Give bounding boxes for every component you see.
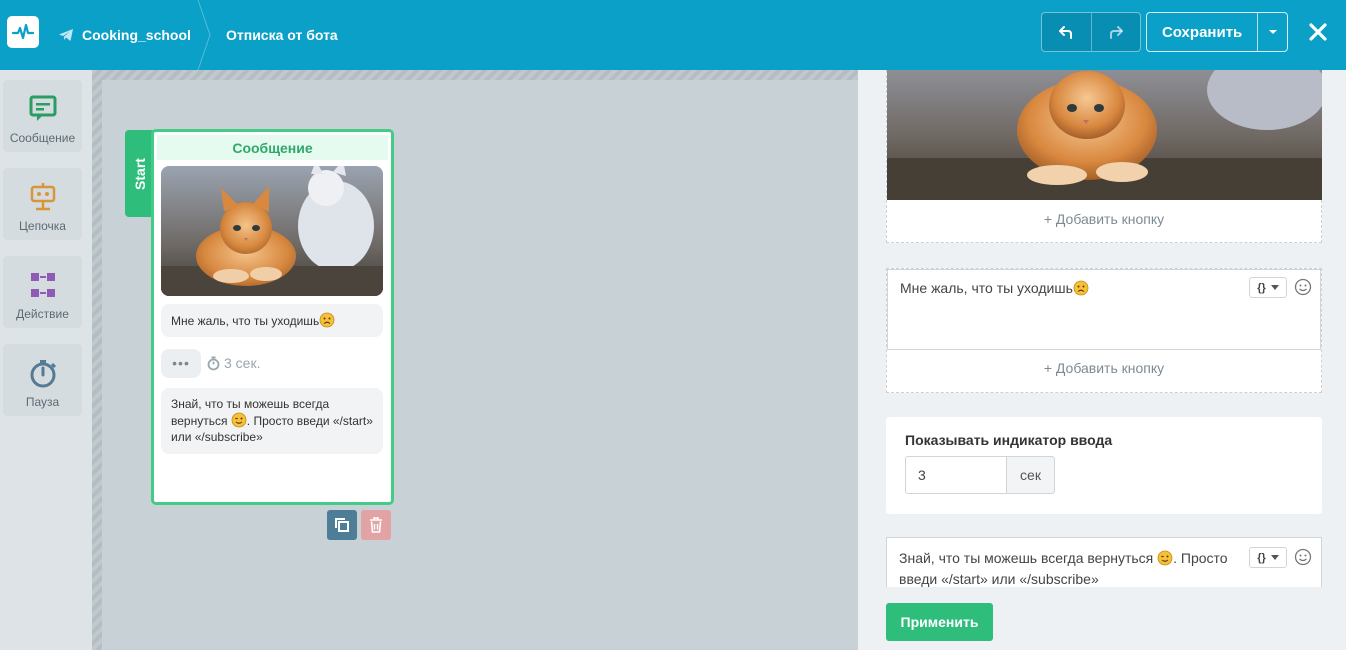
undo-icon xyxy=(1059,26,1073,39)
node-actions xyxy=(327,510,391,540)
typing-indicator-title: Показывать индикатор ввода xyxy=(905,432,1113,448)
redo-button[interactable] xyxy=(1090,13,1140,51)
wink-face-emoji-icon xyxy=(231,412,247,428)
breadcrumb-separator xyxy=(197,0,211,70)
add-button-text-1[interactable]: + Добавить кнопку xyxy=(887,360,1321,376)
tool-chain-label: Цепочка xyxy=(19,219,66,233)
emoji-picker-button[interactable] xyxy=(1294,278,1312,296)
node-typing-indicator: ••• 3 сек. xyxy=(161,348,260,378)
typing-duration-input[interactable]: 3 xyxy=(905,456,1007,494)
toolbox: Сообщение Цепочка Действие Пауза xyxy=(0,70,92,650)
insert-variable-button[interactable]: {} xyxy=(1249,277,1287,298)
chevron-down-icon xyxy=(1270,555,1279,560)
message-1-text: Мне жаль, что ты уходишь xyxy=(900,280,1073,296)
close-icon xyxy=(1309,23,1327,41)
start-label: Start xyxy=(132,157,148,190)
node-message-2: Знай, что ты можешь всегда вернуться . П… xyxy=(161,388,383,454)
close-button[interactable] xyxy=(1304,18,1332,46)
sad-face-emoji-icon xyxy=(1073,280,1089,296)
canvas-border-top xyxy=(92,70,858,80)
panel-footer: Применить xyxy=(858,587,1346,650)
panel-kitten-image[interactable] xyxy=(887,70,1322,200)
save-group: Сохранить xyxy=(1146,12,1288,52)
typing-dots: ••• xyxy=(161,348,201,378)
typing-duration-unit: сек xyxy=(1006,456,1055,494)
tool-pause[interactable]: Пауза xyxy=(3,344,82,416)
bot-name: Cooking_school xyxy=(82,27,191,43)
typing-indicator-card: Показывать индикатор ввода 3 сек xyxy=(886,417,1322,514)
typing-delay-text: 3 сек. xyxy=(224,355,261,371)
duplicate-node-button[interactable] xyxy=(327,510,357,540)
tool-action[interactable]: Действие xyxy=(3,256,82,328)
editor-panel: + Добавить кнопку Мне жаль, что ты уходи… xyxy=(858,70,1346,650)
action-icon xyxy=(27,269,59,301)
top-bar: Cooking_school Отписка от бота Сохранить xyxy=(0,0,1346,70)
tool-message[interactable]: Сообщение xyxy=(3,80,82,152)
typing-delay: 3 сек. xyxy=(207,355,260,371)
save-options-button[interactable] xyxy=(1257,13,1287,51)
image-card: + Добавить кнопку xyxy=(886,70,1322,243)
emoji-picker-button-2[interactable] xyxy=(1294,548,1312,566)
node-title: Сообщение xyxy=(157,135,388,160)
flow-name: Отписка от бота xyxy=(226,27,338,43)
message-2-part1: Знай, что ты можешь всегда вернуться xyxy=(899,550,1158,566)
chain-icon xyxy=(27,181,59,213)
tool-action-label: Действие xyxy=(16,307,69,321)
history-controls xyxy=(1041,12,1141,52)
variable-label-2: {} xyxy=(1257,551,1266,564)
text-card-1: Мне жаль, что ты уходишь {} + Добавить к… xyxy=(886,268,1322,393)
message-node[interactable]: Сообщение Мне жаль, что ты уходишь ••• 3… xyxy=(151,129,394,505)
breadcrumb-flow: Отписка от бота xyxy=(226,0,338,70)
timer-icon xyxy=(27,357,59,389)
message-2-text: Знай, что ты можешь всегда вернуться . П… xyxy=(899,548,1249,590)
tool-pause-label: Пауза xyxy=(25,395,60,409)
chevron-down-icon xyxy=(1268,30,1277,34)
trash-icon xyxy=(370,517,382,533)
insert-variable-button-2[interactable]: {} xyxy=(1249,547,1287,568)
stopwatch-icon xyxy=(207,356,220,370)
message-icon xyxy=(27,93,59,125)
tool-chain[interactable]: Цепочка xyxy=(3,168,82,240)
add-button-image[interactable]: + Добавить кнопку xyxy=(887,211,1321,227)
smiley-icon xyxy=(1294,548,1312,566)
breadcrumb-bot[interactable]: Cooking_school xyxy=(58,0,191,70)
sad-face-emoji-icon xyxy=(319,312,335,328)
telegram-icon xyxy=(58,27,74,43)
save-button[interactable]: Сохранить xyxy=(1147,13,1257,51)
apply-button[interactable]: Применить xyxy=(886,603,993,641)
node-message-1-text: Мне жаль, что ты уходишь xyxy=(171,314,320,328)
wink-face-emoji-icon xyxy=(1157,550,1173,566)
tool-message-label: Сообщение xyxy=(9,131,76,145)
node-kitten-image xyxy=(161,166,383,296)
smiley-icon xyxy=(1294,278,1312,296)
copy-icon xyxy=(335,518,349,532)
node-message-1: Мне жаль, что ты уходишь xyxy=(161,304,383,337)
flow-canvas[interactable]: Start Сообщение Мне жаль, что ты уходишь… xyxy=(92,70,858,650)
redo-icon xyxy=(1109,26,1123,39)
undo-button[interactable] xyxy=(1042,13,1091,51)
chevron-down-icon xyxy=(1270,285,1279,290)
variable-label: {} xyxy=(1257,281,1266,294)
delete-node-button[interactable] xyxy=(361,510,391,540)
app-logo-icon[interactable] xyxy=(7,16,39,48)
canvas-border-left xyxy=(92,70,102,650)
